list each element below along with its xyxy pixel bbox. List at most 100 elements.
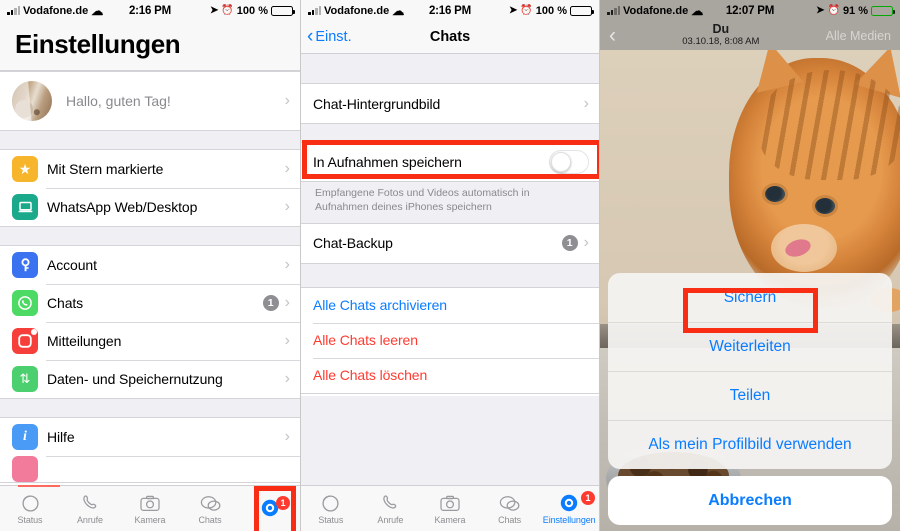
back-button[interactable]: ‹ bbox=[609, 25, 616, 46]
sidebar-item-data-storage[interactable]: ⇅ Daten- und Speichernutzung › bbox=[0, 360, 300, 398]
chevron-right-icon: › bbox=[284, 370, 290, 387]
status-ring-icon bbox=[21, 492, 40, 514]
tab-chats[interactable]: Chats bbox=[480, 492, 540, 525]
status-bar-right: ➤ ⏰ 100 % bbox=[171, 4, 295, 17]
status-ring-icon bbox=[321, 492, 340, 514]
chevron-right-icon: › bbox=[284, 294, 290, 311]
all-media-button[interactable]: Alle Medien bbox=[826, 29, 891, 43]
signal-bars-icon bbox=[7, 6, 20, 15]
row-chat-wallpaper[interactable]: Chat-Hintergrundbild › bbox=[301, 84, 599, 123]
tab-badge: 1 bbox=[276, 496, 290, 510]
row-label: Chat-Backup bbox=[313, 235, 393, 252]
wifi-icon: ☁ bbox=[691, 3, 704, 18]
alarm-clock-icon: ⏰ bbox=[827, 5, 840, 16]
sidebar-item-help[interactable]: i Hilfe › bbox=[0, 418, 300, 456]
whatsapp-icon bbox=[12, 290, 38, 316]
row-label: Alle Chats archivieren bbox=[313, 297, 447, 314]
action-cancel[interactable]: Abbrechen bbox=[608, 476, 892, 525]
action-forward[interactable]: Weiterleiten bbox=[608, 322, 892, 371]
cat-eye-right bbox=[815, 198, 835, 214]
tab-bar: Status Anrufe Kamera Chats bbox=[301, 485, 599, 531]
status-badge: 1 bbox=[262, 295, 279, 311]
photo-sender-name: Du bbox=[712, 22, 730, 37]
action-label: Teilen bbox=[729, 386, 771, 404]
tab-settings[interactable]: 1 bbox=[240, 496, 300, 520]
chevron-right-icon: › bbox=[284, 160, 290, 177]
back-button[interactable]: ‹ Einst. bbox=[301, 27, 352, 46]
tab-chats[interactable]: Chats bbox=[180, 492, 240, 525]
action-sheet-items: Sichern Weiterleiten Teilen Als mein Pro… bbox=[608, 273, 892, 469]
gear-icon bbox=[559, 492, 579, 514]
chevron-right-icon: › bbox=[284, 428, 290, 445]
group-spacer bbox=[0, 399, 300, 417]
toggle-knob bbox=[551, 152, 571, 172]
tab-camera[interactable]: Kamera bbox=[120, 492, 180, 525]
row-label: Account bbox=[47, 257, 97, 273]
signal-bars-icon bbox=[607, 6, 620, 15]
tab-status[interactable]: Status bbox=[0, 492, 60, 525]
battery-percent-label: 91 % bbox=[842, 4, 869, 17]
status-bar: Vodafone.de ☁ 2:16 PM ➤ ⏰ 100 % bbox=[301, 0, 599, 21]
tab-label: Anrufe bbox=[377, 515, 404, 525]
tab-camera[interactable]: Kamera bbox=[420, 492, 480, 525]
row-label: Chats bbox=[47, 295, 84, 311]
clock-label: 2:16 PM bbox=[428, 4, 472, 17]
sidebar-item-partial[interactable] bbox=[0, 456, 300, 482]
action-share[interactable]: Teilen bbox=[608, 371, 892, 420]
group-spacer bbox=[0, 131, 300, 149]
tab-label: Chats bbox=[198, 515, 222, 525]
battery-percent-label: 100 % bbox=[236, 4, 268, 17]
notification-icon bbox=[12, 328, 38, 354]
chevron-right-icon: › bbox=[284, 198, 290, 215]
action-save[interactable]: Sichern bbox=[608, 273, 892, 322]
profile-row[interactable]: Hallo, guten Tag! › bbox=[0, 72, 300, 130]
camera-icon bbox=[140, 492, 160, 514]
photo-header: ‹ Du 03.10.18, 8:08 AM Alle Medien bbox=[600, 21, 900, 50]
tab-calls[interactable]: Anrufe bbox=[60, 492, 120, 525]
status-bar-left: Vodafone.de ☁ bbox=[7, 5, 129, 17]
star-icon: ★ bbox=[12, 156, 38, 182]
tab-bar: Status Anrufe Kamera Chats bbox=[0, 485, 300, 531]
chevron-right-icon: › bbox=[284, 332, 290, 349]
page-title: Einstellungen bbox=[15, 29, 181, 59]
row-archive-all-chats[interactable]: Alle Chats archivieren bbox=[301, 287, 599, 323]
row-save-to-camera-roll[interactable]: In Aufnahmen speichern bbox=[301, 143, 599, 181]
tab-label: Kamera bbox=[134, 515, 166, 525]
sidebar-item-whatsapp-web[interactable]: WhatsApp Web/Desktop › bbox=[0, 188, 300, 226]
camera-icon bbox=[440, 492, 460, 514]
avatar bbox=[12, 81, 52, 121]
status-bar-left: Vodafone.de ☁ bbox=[607, 5, 726, 17]
sidebar-item-starred[interactable]: ★ Mit Stern markierte › bbox=[0, 150, 300, 188]
group-spacer bbox=[301, 54, 599, 83]
back-label: Einst. bbox=[315, 29, 352, 45]
carrier-label: Vodafone.de bbox=[23, 4, 89, 17]
tab-label: Einstellungen bbox=[542, 515, 596, 525]
status-badge: 1 bbox=[561, 235, 578, 252]
sidebar-item-notifications[interactable]: Mitteilungen › bbox=[0, 322, 300, 360]
tab-status[interactable]: Status bbox=[301, 492, 361, 525]
three-phone-screenshots: Vodafone.de ☁ 2:16 PM ➤ ⏰ 100 % Einstell… bbox=[0, 0, 900, 531]
page-title-bar: Einstellungen bbox=[0, 21, 300, 71]
row-label: Daten- und Speichernutzung bbox=[47, 371, 223, 387]
row-label: Mitteilungen bbox=[47, 333, 122, 349]
tab-label: Kamera bbox=[434, 515, 466, 525]
row-delete-all-chats[interactable]: Alle Chats löschen bbox=[301, 357, 599, 393]
action-label: Abbrechen bbox=[708, 491, 792, 509]
save-to-camera-roll-toggle[interactable] bbox=[549, 150, 589, 174]
row-label: WhatsApp Web/Desktop bbox=[47, 199, 198, 215]
sidebar-item-chats[interactable]: Chats 1 › bbox=[0, 284, 300, 322]
photo-header-center: Du 03.10.18, 8:08 AM bbox=[616, 23, 826, 48]
row-chat-backup[interactable]: Chat-Backup 1 › bbox=[301, 223, 599, 263]
action-set-profile-photo[interactable]: Als mein Profilbild verwenden bbox=[608, 420, 892, 469]
status-bar-right: ➤ ⏰ 100 % bbox=[471, 5, 594, 17]
alarm-clock-icon: ⏰ bbox=[520, 5, 533, 16]
chat-bubbles-icon bbox=[200, 492, 221, 514]
heart-icon bbox=[12, 456, 38, 482]
sidebar-item-account[interactable]: Account › bbox=[0, 246, 300, 284]
tab-settings[interactable]: Einstellungen 1 bbox=[539, 491, 599, 525]
photo-timestamp: 03.10.18, 8:08 AM bbox=[682, 36, 760, 48]
status-bar: Vodafone.de ☁ 12:07 PM ➤ ⏰ 91 % bbox=[600, 0, 900, 21]
tab-calls[interactable]: Anrufe bbox=[361, 492, 421, 525]
row-clear-all-chats[interactable]: Alle Chats leeren bbox=[301, 322, 599, 358]
row-label: Alle Chats löschen bbox=[313, 367, 428, 384]
